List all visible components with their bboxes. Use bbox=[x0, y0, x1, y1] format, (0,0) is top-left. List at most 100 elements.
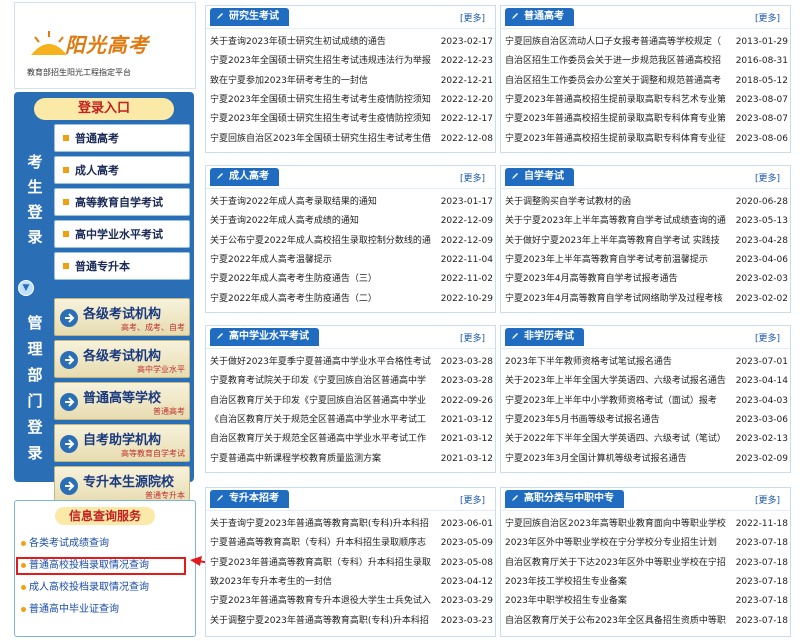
more-link[interactable]: [更多] bbox=[755, 493, 780, 506]
news-title[interactable]: 宁夏2022年成人高考温馨提示 bbox=[210, 252, 438, 268]
news-title[interactable]: 宁夏2023年3月全国计算机等级考试报名通告 bbox=[505, 451, 733, 467]
login-item-upgrade-undergrad[interactable]: 普通专升本 bbox=[54, 252, 190, 280]
news-title[interactable]: 致2023年专升本考生的一封信 bbox=[210, 574, 438, 590]
news-row[interactable]: 自治区招生工作委员会关于进一步规范我区普通高校招 2016-08-31 bbox=[505, 53, 788, 69]
news-title[interactable]: 宁夏2023年普通高校招生提前录取高职专科体育专业第 bbox=[505, 111, 733, 127]
login-item-self-study-exam[interactable]: 高等教育自学考试 bbox=[54, 188, 190, 216]
news-title[interactable]: 关于查询2022年成人高考成绩的通知 bbox=[210, 213, 438, 229]
news-row[interactable]: 关于2022年下半年全国大学英语四、六级考试（笔试） 2023-02-13 bbox=[505, 431, 788, 447]
news-row[interactable]: 宁夏回族自治区流动人口子女报考普通高等学校规定（ 2013-01-29 bbox=[505, 34, 788, 50]
news-row[interactable]: 宁夏2022年成人高考考生防疫通告（三） 2022-11-02 bbox=[210, 271, 493, 287]
news-row[interactable]: 宁夏2023年普通高等教育专升本退役大学生士兵免试入 2023-03-29 bbox=[210, 593, 493, 609]
more-link[interactable]: [更多] bbox=[755, 171, 780, 184]
news-title[interactable]: 关于做好2023年夏季宁夏普通高中学业水平合格性考试 bbox=[210, 354, 438, 370]
news-title[interactable]: 自治区招生工作委员会办公室关于调整和规范普通高考 bbox=[505, 73, 733, 89]
news-row[interactable]: 关于做好2023年夏季宁夏普通高中学业水平合格性考试 2023-03-28 bbox=[210, 354, 493, 370]
news-row[interactable]: 宁夏2023年3月全国计算机等级考试报名通告 2023-02-09 bbox=[505, 451, 788, 467]
login-item-academic-level-exam[interactable]: 高中学业水平考试 bbox=[54, 220, 190, 248]
news-title[interactable]: 关于调整宁夏2023年普通高等教育高职(专科)升本科招 bbox=[210, 613, 438, 629]
news-row[interactable]: 宁夏普通高中新课程学校教育质量监测方案 2021-03-12 bbox=[210, 451, 493, 467]
more-link[interactable]: [更多] bbox=[460, 11, 485, 24]
news-row[interactable]: 宁夏2023年上半年高等教育自学考试考前温馨提示 2023-04-06 bbox=[505, 252, 788, 268]
news-title[interactable]: 宁夏2023年上半年高等教育自学考试考前温馨提示 bbox=[505, 252, 733, 268]
mgmt-item-exam-agency-1[interactable]: 各级考试机构 高考、成考、自考 bbox=[54, 298, 190, 336]
panel-tab[interactable]: 普通高考 bbox=[505, 8, 574, 26]
news-title[interactable]: 宁夏回族自治区2023年高等职业教育面向中等职业学校 bbox=[505, 516, 733, 532]
news-title[interactable]: 宁夏2022年成人高考考生防疫通告（二） bbox=[210, 291, 438, 307]
more-link[interactable]: [更多] bbox=[755, 331, 780, 344]
news-title[interactable]: 宁夏2023年全国硕士研究生招生考试考生疫情防控须知 bbox=[210, 111, 438, 127]
news-title[interactable]: 宁夏2023年5月书画等级考试报名通告 bbox=[505, 412, 733, 428]
panel-tab[interactable]: 成人高考 bbox=[210, 168, 279, 186]
news-row[interactable]: 宁夏2022年成人高考温馨提示 2022-11-04 bbox=[210, 252, 493, 268]
news-row[interactable]: 宁夏回族自治区2023年全国硕士研究生招生考试考生借 2022-12-08 bbox=[210, 131, 493, 147]
panel-tab[interactable]: 非学历考试 bbox=[505, 328, 584, 346]
more-link[interactable]: [更多] bbox=[460, 331, 485, 344]
news-title[interactable]: 自治区教育厅关于印发《宁夏回族自治区普通高中学业 bbox=[210, 393, 438, 409]
info-item-score-query[interactable]: 各类考试成绩查询 bbox=[21, 535, 109, 553]
news-row[interactable]: 宁夏2023年全国硕士研究生招生考试违规违法行为举报 2022-12-23 bbox=[210, 53, 493, 69]
mgmt-item-self-study-agency[interactable]: 自考助学机构 高等教育自学考试 bbox=[54, 424, 190, 462]
news-title[interactable]: 关于做好宁夏2023年上半年高等教育自学考试 实践技 bbox=[505, 233, 733, 249]
news-title[interactable]: 自治区教育厅关于公布2023年全区具备招生资质中等职 bbox=[505, 613, 733, 629]
more-link[interactable]: [更多] bbox=[755, 11, 780, 24]
news-row[interactable]: 关于调整购买自学考试教材的函 2020-06-28 bbox=[505, 194, 788, 210]
news-title[interactable]: 宁夏2023年普通高等教育专升本退役大学生士兵免试入 bbox=[210, 593, 438, 609]
news-row[interactable]: 宁夏普通高等教育高职（专科）升本科招生录取顺序志 2023-05-09 bbox=[210, 535, 493, 551]
news-row[interactable]: 宁夏2023年全国硕士研究生招生考试考生疫情防控须知 2022-12-17 bbox=[210, 111, 493, 127]
news-row[interactable]: 宁夏2023年普通高校招生提前录取高职专科体育专业征 2023-08-06 bbox=[505, 131, 788, 147]
more-link[interactable]: [更多] bbox=[460, 171, 485, 184]
news-row[interactable]: 关于做好宁夏2023年上半年高等教育自学考试 实践技 2023-04-28 bbox=[505, 233, 788, 249]
news-row[interactable]: 自治区教育厅关于印发《宁夏回族自治区普通高中学业 2022-09-26 bbox=[210, 393, 493, 409]
info-item-diploma-query[interactable]: 普通高中毕业证查询 bbox=[21, 601, 119, 619]
news-row[interactable]: 关于查询2023年硕士研究生初试成绩的通告 2023-02-17 bbox=[210, 34, 493, 50]
news-row[interactable]: 关于公布宁夏2022年成人高校招生录取控制分数线的通 2022-12-09 bbox=[210, 233, 493, 249]
news-title[interactable]: 关于公布宁夏2022年成人高校招生录取控制分数线的通 bbox=[210, 233, 438, 249]
panel-tab[interactable]: 自学考试 bbox=[505, 168, 574, 186]
news-row[interactable]: 《自治区教育厅关于规范全区普通高中学业水平考试工 2021-03-12 bbox=[210, 412, 493, 428]
news-title[interactable]: 宁夏2022年成人高考考生防疫通告（三） bbox=[210, 271, 438, 287]
news-row[interactable]: 2023年区外中等职业学校在宁分学校分专业招生计划 2023-07-18 bbox=[505, 535, 788, 551]
news-row[interactable]: 宁夏2023年4月高等教育自学考试网络助学及过程考核 2023-02-02 bbox=[505, 291, 788, 307]
news-title[interactable]: 关于2022年下半年全国大学英语四、六级考试（笔试） bbox=[505, 431, 733, 447]
news-title[interactable]: 宁夏2023年全国硕士研究生招生考试违规违法行为举报 bbox=[210, 53, 438, 69]
news-title[interactable]: 自治区招生工作委员会关于进一步规范我区普通高校招 bbox=[505, 53, 733, 69]
news-title[interactable]: 关于查询2022年成人高考录取结果的通知 bbox=[210, 194, 438, 210]
news-row[interactable]: 致2023年专升本考生的一封信 2023-04-12 bbox=[210, 574, 493, 590]
news-title[interactable]: 宁夏2023年4月高等教育自学考试网络助学及过程考核 bbox=[505, 291, 733, 307]
news-title[interactable]: 致在宁夏参加2023年研考考生的一封信 bbox=[210, 73, 438, 89]
news-row[interactable]: 宁夏2023年普通高校招生提前录取高职专科体育专业第 2023-08-07 bbox=[505, 111, 788, 127]
panel-tab[interactable]: 专升本招考 bbox=[210, 490, 289, 508]
mgmt-item-university[interactable]: 普通高等学校 普通高考 bbox=[54, 382, 190, 420]
news-row[interactable]: 宁夏2022年成人高考考生防疫通告（二） 2022-10-29 bbox=[210, 291, 493, 307]
news-row[interactable]: 宁夏2023年全国硕士研究生招生考试考生疫情防控须知 2022-12-20 bbox=[210, 92, 493, 108]
news-title[interactable]: 宁夏2023年全国硕士研究生招生考试考生疫情防控须知 bbox=[210, 92, 438, 108]
news-title[interactable]: 2023年区外中等职业学校在宁分学校分专业招生计划 bbox=[505, 535, 733, 551]
login-item-adult-exam[interactable]: 成人高考 bbox=[54, 156, 190, 184]
panel-tab[interactable]: 高职分类与中职中专 bbox=[505, 490, 624, 508]
news-row[interactable]: 关于宁夏2023年上半年高等教育自学考试成绩查询的通 2023-05-13 bbox=[505, 213, 788, 229]
news-row[interactable]: 自治区教育厅关于规范全区普通高中学业水平考试工作 2021-03-12 bbox=[210, 431, 493, 447]
login-item-general-gaokao[interactable]: 普通高考 bbox=[54, 124, 190, 152]
news-title[interactable]: 关于查询宁夏2023年普通高等教育高职(专科)升本科招 bbox=[210, 516, 438, 532]
news-row[interactable]: 自治区招生工作委员会办公室关于调整和规范普通高考 2018-05-12 bbox=[505, 73, 788, 89]
news-title[interactable]: 2023年下半年教师资格考试笔试报名通告 bbox=[505, 354, 733, 370]
panel-tab[interactable]: 高中学业水平考试 bbox=[210, 328, 319, 346]
news-title[interactable]: 关于宁夏2023年上半年高等教育自学考试成绩查询的通 bbox=[505, 213, 733, 229]
news-row[interactable]: 2023年技工学校招生专业备案 2023-07-18 bbox=[505, 574, 788, 590]
news-row[interactable]: 关于查询宁夏2023年普通高等教育高职(专科)升本科招 2023-06-01 bbox=[210, 516, 493, 532]
news-title[interactable]: 关于查询2023年硕士研究生初试成绩的通告 bbox=[210, 34, 438, 50]
news-row[interactable]: 关于2023年上半年全国大学英语四、六级考试报名通告 2023-04-14 bbox=[505, 373, 788, 389]
news-title[interactable]: 2023年中职学校招生专业备案 bbox=[505, 593, 733, 609]
news-title[interactable]: 关于调整购买自学考试教材的函 bbox=[505, 194, 733, 210]
news-row[interactable]: 2023年中职学校招生专业备案 2023-07-18 bbox=[505, 593, 788, 609]
news-row[interactable]: 关于查询2022年成人高考录取结果的通知 2023-01-17 bbox=[210, 194, 493, 210]
news-title[interactable]: 宁夏2023年4月高等教育自学考试报考通告 bbox=[505, 271, 733, 287]
mgmt-item-source-college[interactable]: 专升本生源院校 普通专升本 bbox=[54, 466, 190, 504]
news-row[interactable]: 宁夏教育考试院关于印发《宁夏回族自治区普通高中学 2023-03-28 bbox=[210, 373, 493, 389]
news-row[interactable]: 关于调整宁夏2023年普通高等教育高职(专科)升本科招 2023-03-23 bbox=[210, 613, 493, 629]
news-title[interactable]: 宁夏2023年普通高校招生提前录取高职专科艺术专业第 bbox=[505, 92, 733, 108]
news-title[interactable]: 自治区教育厅关于下达2023年区外中等职业学校在宁招 bbox=[505, 555, 733, 571]
news-row[interactable]: 宁夏回族自治区2023年高等职业教育面向中等职业学校 2022-11-18 bbox=[505, 516, 788, 532]
more-link[interactable]: [更多] bbox=[460, 493, 485, 506]
